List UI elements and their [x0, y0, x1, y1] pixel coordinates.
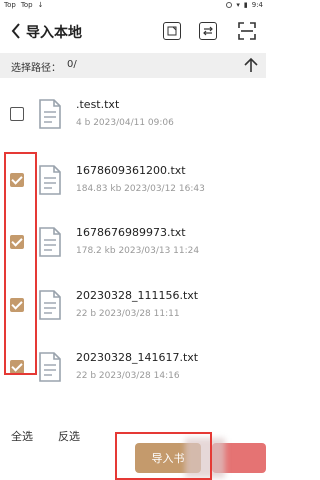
file-date: 2023/03/28 14:16	[98, 371, 180, 381]
file-name: 1678609361200.txt	[76, 164, 186, 177]
file-date: 2023/03/13 11:24	[118, 246, 200, 256]
text-file-icon	[39, 352, 61, 382]
file-row[interactable]: .test.txt 4 b 2023/04/11 09:06	[0, 86, 266, 142]
app-header: 导入本地	[0, 13, 266, 50]
path-bar: 选择路径： 0/	[0, 53, 266, 78]
file-name: 20230328_111156.txt	[76, 289, 199, 302]
invert-selection-button[interactable]: 反选	[58, 428, 80, 444]
highlight-box-checkboxes	[4, 152, 37, 375]
path-value: 0/	[67, 59, 77, 70]
file-row[interactable]: 1678676989973.txt 178.2 kb 2023/03/13 11:…	[0, 214, 266, 270]
status-bar: Top Top ↓ ▾ ▮ 9:4	[0, 0, 266, 13]
back-button[interactable]	[8, 22, 24, 40]
file-meta: 4 b 2023/04/11 09:06	[76, 118, 174, 128]
file-name: 1678676989973.txt	[76, 226, 186, 239]
battery-icon: ▮	[243, 1, 248, 9]
highlight-box-import	[115, 432, 212, 480]
file-checkbox[interactable]	[10, 107, 24, 121]
file-date: 2023/04/11 09:06	[93, 118, 174, 128]
download-icon: ↓	[37, 1, 44, 9]
file-size: 178.2 kb	[76, 246, 116, 256]
scan-button[interactable]	[238, 22, 256, 40]
file-meta: 22 b 2023/03/28 14:16	[76, 371, 180, 381]
file-size: 184.83 kb	[76, 184, 122, 194]
file-row[interactable]: 1678609361200.txt 184.83 kb 2023/03/12 16…	[0, 152, 266, 208]
file-size: 4 b	[76, 118, 91, 128]
text-file-icon	[39, 227, 61, 257]
scan-icon	[238, 22, 256, 40]
file-date: 2023/03/28 11:11	[98, 309, 180, 319]
file-name: .test.txt	[76, 98, 120, 111]
text-file-icon	[39, 290, 61, 320]
file-meta: 178.2 kb 2023/03/13 11:24	[76, 246, 199, 256]
file-name: 20230328_141617.txt	[76, 351, 199, 364]
file-icon-button[interactable]	[163, 22, 181, 40]
file-row[interactable]: 20230328_141617.txt 22 b 2023/03/28 14:16	[0, 339, 266, 395]
path-label: 选择路径：	[11, 63, 61, 74]
file-row[interactable]: 20230328_111156.txt 22 b 2023/03/28 11:11	[0, 277, 266, 333]
status-app-1: Top	[4, 1, 16, 9]
arrow-up-icon[interactable]	[243, 56, 259, 74]
sort-button[interactable]	[199, 22, 217, 40]
alarm-icon	[226, 2, 233, 8]
file-date: 2023/03/12 16:43	[124, 184, 205, 194]
select-all-button[interactable]: 全选	[11, 428, 33, 444]
file-size: 22 b	[76, 309, 97, 319]
swap-icon	[203, 26, 213, 36]
page-title: 导入本地	[26, 25, 82, 41]
chevron-left-icon	[11, 23, 20, 39]
text-file-icon	[39, 165, 61, 195]
file-meta: 184.83 kb 2023/03/12 16:43	[76, 184, 205, 194]
document-icon	[167, 26, 177, 36]
file-meta: 22 b 2023/03/28 11:11	[76, 309, 180, 319]
wifi-icon: ▾	[236, 1, 240, 9]
text-file-icon	[39, 99, 61, 129]
status-time: 9:4	[251, 1, 263, 9]
file-size: 22 b	[76, 371, 97, 381]
status-app-2: Top	[20, 1, 33, 9]
